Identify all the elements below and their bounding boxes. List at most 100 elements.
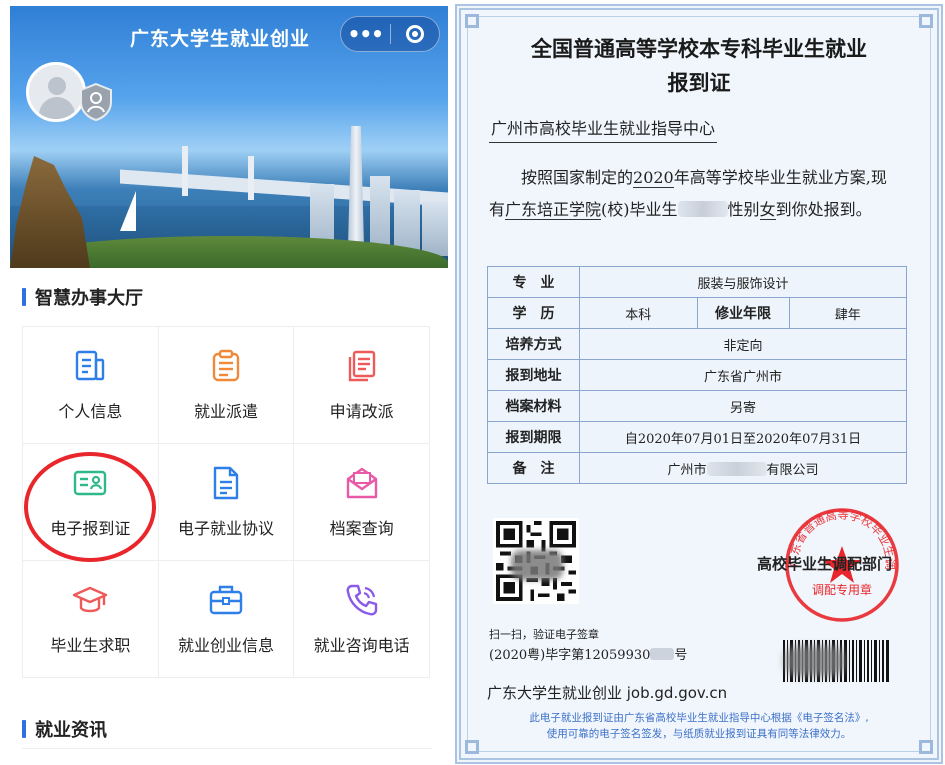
- reg-number-text: 号: [674, 648, 688, 663]
- table-row: 报到期限 自2020年07月01日至2020年07月31日: [487, 421, 907, 453]
- border-corner: [919, 14, 933, 28]
- border-corner: [465, 740, 479, 754]
- service-employment-dispatch[interactable]: 就业派遣: [158, 327, 295, 444]
- row-label: 报到地址: [487, 359, 580, 391]
- para-text: 有: [489, 200, 506, 219]
- row-label: 培养方式: [487, 328, 580, 360]
- row-value: 广州市 有限公司: [579, 452, 907, 484]
- canton-tower: [348, 126, 364, 246]
- row-value: 肆年: [788, 297, 907, 329]
- row-label: 专 业: [487, 266, 580, 298]
- section-title-service-hall: 智慧办事大厅: [22, 284, 143, 310]
- table-row: 专 业 服装与服饰设计: [487, 266, 907, 298]
- para-year: 2020: [633, 168, 674, 188]
- border-corner: [919, 740, 933, 754]
- para-text: 按照国家制定的: [521, 168, 634, 187]
- service-label: 就业创业信息: [177, 636, 274, 655]
- reg-number-text: (2020粤)毕字第12059930: [489, 648, 651, 663]
- seal-bottom-text: 调配专用章: [812, 582, 872, 597]
- service-personal-info[interactable]: 个人信息: [23, 327, 159, 444]
- border-corner: [465, 14, 479, 28]
- service-label: 电子就业协议: [177, 519, 274, 538]
- service-apply-reassign[interactable]: 申请改派: [294, 327, 430, 444]
- service-graduate-job-search[interactable]: 毕业生求职: [23, 561, 159, 678]
- footer-line: 使用可靠的电子签名签发，与纸质就业报到证具有同等法律效力。: [546, 728, 852, 740]
- redacted-digits: [650, 648, 675, 660]
- remark-text: 广州市: [667, 462, 707, 478]
- e-report-certificate: 全国普通高等学校本专科毕业生就业 报到证 广州市高校毕业生就业指导中心 按照国家…: [455, 4, 943, 764]
- service-label: 档案查询: [329, 519, 394, 538]
- service-label: 申请改派: [329, 402, 394, 421]
- certificate-title: 全国普通高等学校本专科毕业生就业 报到证: [461, 32, 937, 100]
- row-value: 另寄: [579, 390, 907, 422]
- verified-shield-icon[interactable]: [78, 82, 114, 122]
- qr-redaction: [511, 550, 563, 580]
- user-avatar[interactable]: [26, 62, 86, 122]
- barcode-redaction: [785, 646, 845, 676]
- service-label: 就业咨询电话: [313, 636, 410, 655]
- table-row: 档案材料 另寄: [487, 390, 907, 422]
- table-row: 报到地址 广东省广州市: [487, 359, 907, 391]
- mini-program-screen: 广东大学生就业创业 ••• 智慧办事大厅 个人信息 就业派遣 申请改派 电子报到…: [10, 6, 448, 765]
- screenshot-root: 广东大学生就业创业 ••• 智慧办事大厅 个人信息 就业派遣 申请改派 电子报到…: [0, 0, 945, 765]
- scan-verify-label: 扫一扫，验证电子签章: [489, 628, 599, 641]
- five-rams-statue: [10, 156, 90, 268]
- title-line: 全国普通高等学校本专科毕业生就业: [531, 37, 867, 61]
- table-row: 学 历 本科 修业年限 肆年: [487, 297, 907, 329]
- registration-number: (2020粤)毕字第12059930 号: [489, 644, 687, 663]
- row-value: 广东省广州市: [579, 359, 907, 391]
- doc-list-icon: [76, 350, 105, 381]
- contract-icon: [213, 466, 239, 500]
- title-line: 报到证: [667, 71, 731, 95]
- service-consult-phone[interactable]: 就业咨询电话: [294, 561, 430, 678]
- divider: [22, 748, 432, 749]
- row-label: 档案材料: [487, 390, 580, 422]
- clipboard-icon: [212, 349, 240, 382]
- sailboat: [120, 191, 136, 231]
- para-text: 性别: [727, 200, 760, 219]
- para-gender: 女: [759, 200, 776, 220]
- target-circle-icon: [405, 25, 424, 43]
- app-title: 广东大学生就业创业: [130, 28, 311, 50]
- bridge-tower: [248, 156, 254, 200]
- service-label: 毕业生求职: [50, 636, 131, 655]
- table-row: 培养方式 非定向: [487, 328, 907, 360]
- section-title-text: 就业资讯: [35, 720, 107, 741]
- redacted-company: [706, 461, 767, 476]
- para-text: 到你处报到。: [775, 200, 872, 219]
- banner-building: [422, 202, 448, 256]
- briefcase-icon: [209, 585, 243, 615]
- capsule-menu: •••: [340, 16, 440, 52]
- legal-footer: 此电子就业报到证由广东省高校毕业生就业指导中心根据《电子签名法》, 使用可靠的电…: [481, 710, 917, 742]
- certificate-paragraph: 按照国家制定的2020年高等学校毕业生就业方案,现 有广东培正学院(校)毕业生 性…: [489, 162, 919, 226]
- issuer-website: 广东大学生就业创业 job.gd.gov.cn: [487, 684, 728, 702]
- service-archive-query[interactable]: 档案查询: [294, 444, 430, 561]
- row-value: 非定向: [579, 328, 907, 360]
- section-title-text: 智慧办事大厅: [35, 288, 143, 309]
- remark-text: 有限公司: [766, 462, 819, 478]
- more-menu-button[interactable]: •••: [341, 22, 390, 46]
- row-value: 服装与服饰设计: [579, 266, 907, 298]
- row-label: 备 注: [487, 452, 580, 484]
- issuing-department: 高校毕业生调配部门: [757, 555, 893, 573]
- row-label: 学 历: [487, 297, 580, 329]
- row-value: 本科: [579, 297, 698, 329]
- close-miniprogram-button[interactable]: [390, 25, 439, 43]
- redacted-name: [677, 201, 728, 217]
- section-title-news: 就业资讯: [22, 716, 107, 742]
- para-text: (校)毕业生: [601, 200, 678, 219]
- table-row: 备 注 广州市 有限公司: [487, 452, 907, 484]
- phone-icon: [346, 584, 377, 616]
- para-text: 年高等学校毕业生就业方案,现: [673, 168, 887, 187]
- copy-doc-icon: [348, 350, 375, 382]
- row-label: 修业年限: [696, 297, 790, 329]
- service-e-employment-agreement[interactable]: 电子就业协议: [158, 444, 295, 561]
- service-label: 个人信息: [58, 402, 123, 421]
- row-value: 自2020年07月01日至2020年07月31日: [579, 421, 907, 453]
- para-school: 广东培正学院: [505, 200, 602, 220]
- envelope-icon: [346, 467, 377, 499]
- verification-qr-code[interactable]: [493, 518, 579, 604]
- service-employment-info[interactable]: 就业创业信息: [158, 561, 295, 678]
- row-label: 报到期限: [487, 421, 580, 453]
- bridge-tower: [182, 146, 188, 196]
